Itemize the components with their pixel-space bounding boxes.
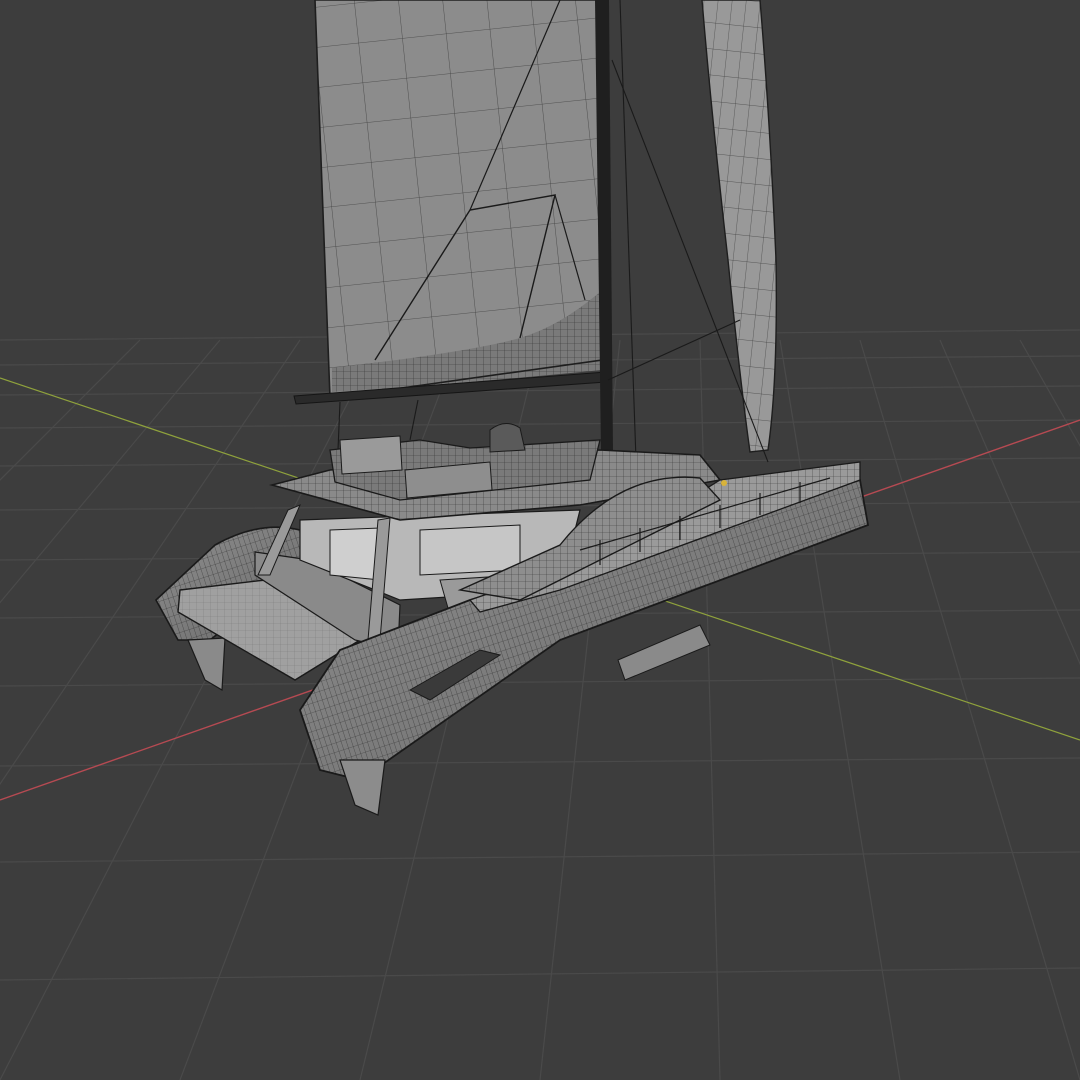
3d-viewport[interactable]: [0, 0, 1080, 1080]
floor-grid: [0, 329, 1080, 1080]
jib-sail: [701, 0, 778, 453]
accent-marker: [721, 480, 727, 486]
catamaran-model[interactable]: [154, 0, 870, 816]
mainsail: [314, 0, 603, 399]
